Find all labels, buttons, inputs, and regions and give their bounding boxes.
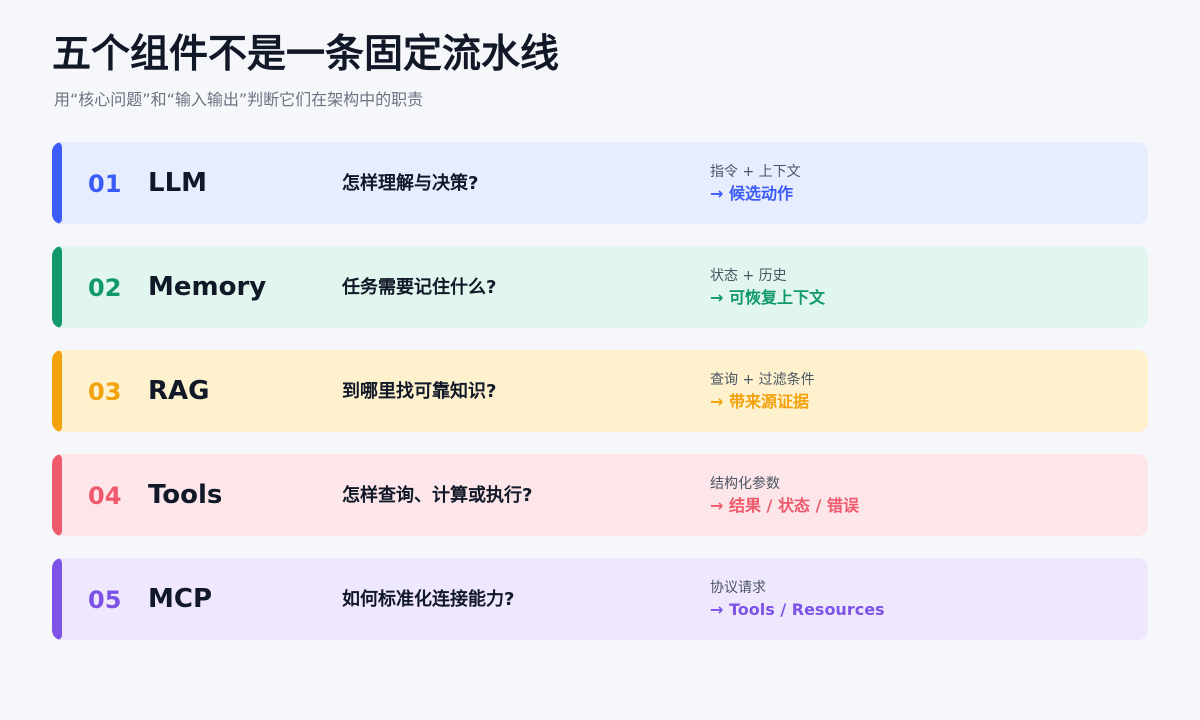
component-output: → 结果 / 状态 / 错误: [710, 496, 859, 515]
accent-bar: [52, 246, 62, 328]
component-input: 查询 + 过滤条件: [710, 372, 815, 388]
component-name: MCP: [148, 584, 213, 614]
component-question: 到哪里找可靠知识?: [342, 381, 497, 402]
component-card-mcp: 05 MCP 如何标准化连接能力? 协议请求 → Tools / Resourc…: [52, 558, 1148, 640]
slide: 五个组件不是一条固定流水线 用“核心问题”和“输入输出”判断它们在架构中的职责 …: [0, 0, 1200, 720]
component-name: Tools: [148, 480, 223, 510]
component-number: 02: [88, 274, 122, 302]
component-number: 01: [88, 170, 122, 198]
component-list: 01 LLM 怎样理解与决策? 指令 + 上下文 → 候选动作 02 Memor…: [52, 142, 1148, 662]
component-question: 怎样查询、计算或执行?: [342, 485, 533, 506]
component-question: 怎样理解与决策?: [342, 173, 479, 194]
component-number: 05: [88, 586, 122, 614]
component-output: → 可恢复上下文: [710, 288, 825, 307]
component-card-llm: 01 LLM 怎样理解与决策? 指令 + 上下文 → 候选动作: [52, 142, 1148, 224]
accent-bar: [52, 142, 62, 224]
component-name: LLM: [148, 168, 208, 198]
component-output: → Tools / Resources: [710, 600, 885, 619]
component-input: 指令 + 上下文: [710, 164, 801, 180]
component-io: 结构化参数 → 结果 / 状态 / 错误: [710, 474, 1130, 518]
component-card-tools: 04 Tools 怎样查询、计算或执行? 结构化参数 → 结果 / 状态 / 错…: [52, 454, 1148, 536]
component-input: 协议请求: [710, 580, 766, 596]
component-number: 04: [88, 482, 122, 510]
component-number: 03: [88, 378, 122, 406]
component-card-rag: 03 RAG 到哪里找可靠知识? 查询 + 过滤条件 → 带来源证据: [52, 350, 1148, 432]
accent-bar: [52, 350, 62, 432]
component-question: 如何标准化连接能力?: [342, 589, 515, 610]
component-output: → 候选动作: [710, 184, 793, 203]
component-question: 任务需要记住什么?: [342, 277, 497, 298]
component-io: 协议请求 → Tools / Resources: [710, 578, 1130, 622]
component-io: 查询 + 过滤条件 → 带来源证据: [710, 370, 1130, 414]
component-name: RAG: [148, 376, 210, 406]
accent-bar: [52, 454, 62, 536]
component-input: 结构化参数: [710, 476, 780, 492]
accent-bar: [52, 558, 62, 640]
page-title: 五个组件不是一条固定流水线: [52, 32, 560, 77]
component-input: 状态 + 历史: [710, 268, 787, 284]
component-io: 指令 + 上下文 → 候选动作: [710, 162, 1130, 206]
component-io: 状态 + 历史 → 可恢复上下文: [710, 266, 1130, 310]
component-name: Memory: [148, 272, 267, 302]
component-card-memory: 02 Memory 任务需要记住什么? 状态 + 历史 → 可恢复上下文: [52, 246, 1148, 328]
page-subtitle: 用“核心问题”和“输入输出”判断它们在架构中的职责: [54, 90, 424, 109]
component-output: → 带来源证据: [710, 392, 809, 411]
